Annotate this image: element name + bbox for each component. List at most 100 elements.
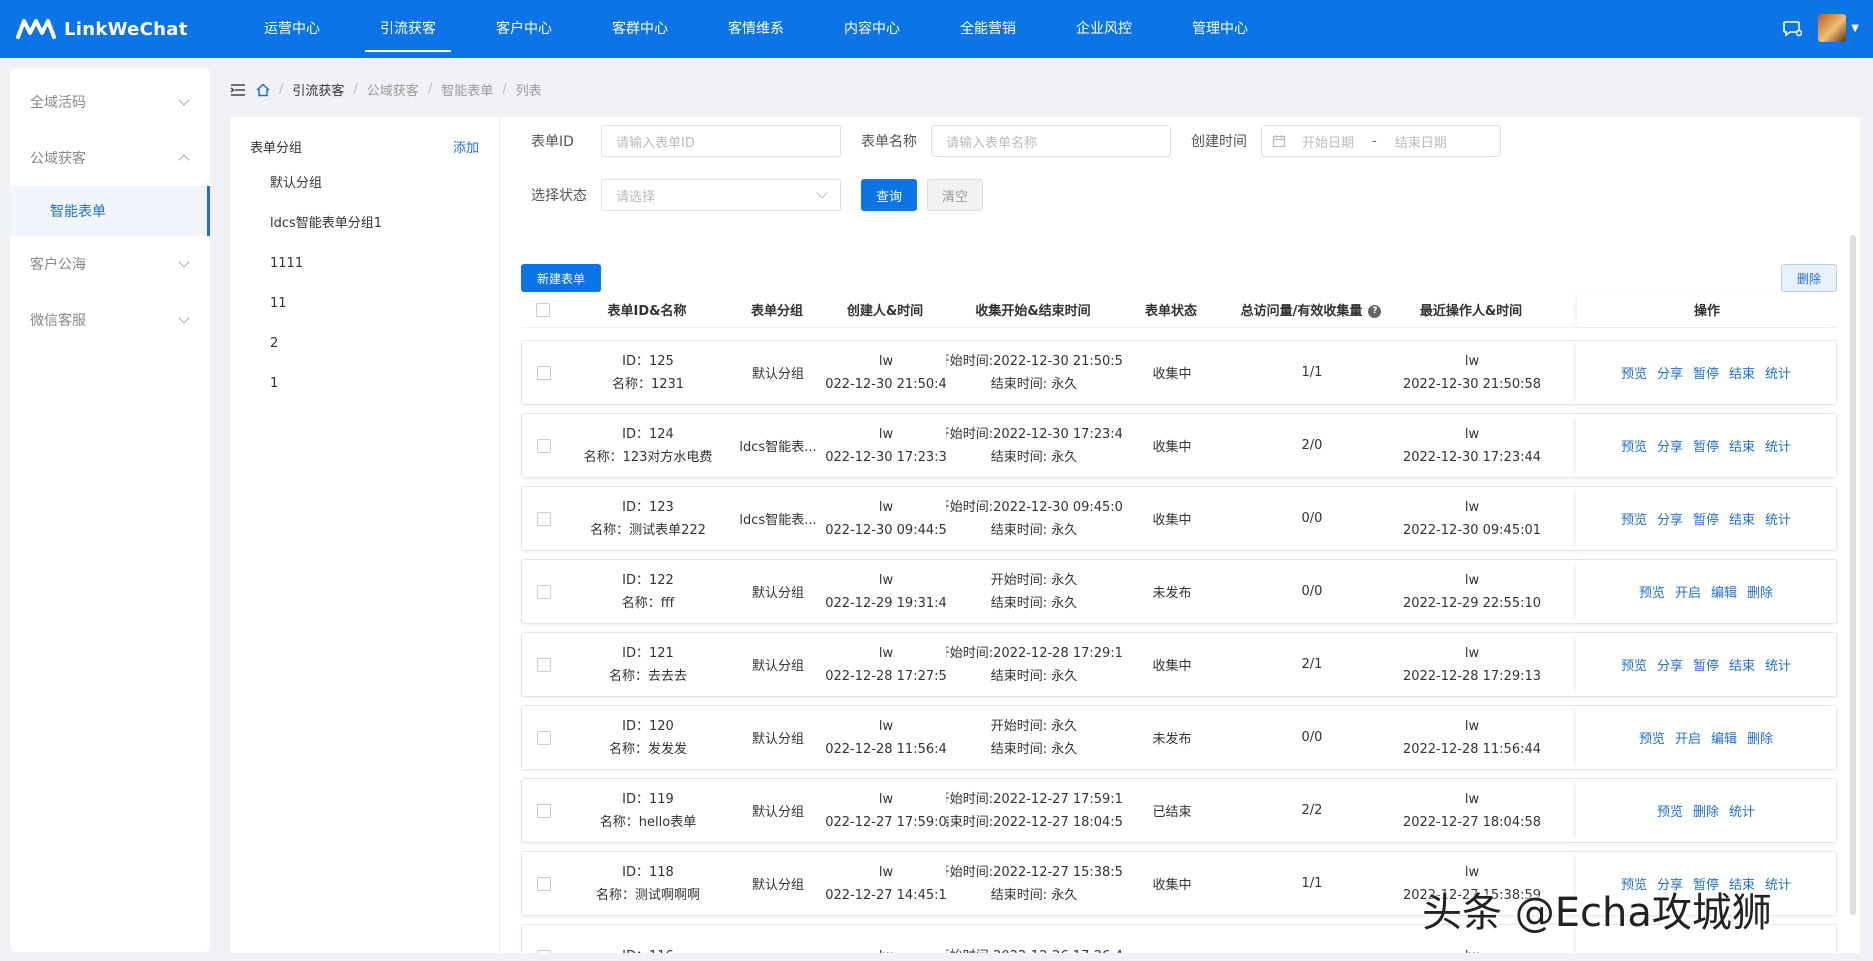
date-range-picker[interactable]: 开始日期 - 结束日期 [1261, 125, 1501, 157]
row-action-link[interactable]: 预览 [1657, 801, 1683, 820]
new-form-button[interactable]: 新建表单 [521, 264, 601, 292]
create-time: 2022-12-28 17:27:56 [826, 668, 946, 684]
row-action-link[interactable]: 结束 [1729, 509, 1755, 528]
select-all-checkbox[interactable] [536, 302, 550, 317]
group-item[interactable]: 默认分组 [230, 164, 499, 204]
row-checkbox[interactable] [537, 803, 551, 818]
query-button[interactable]: 查询 [861, 179, 917, 211]
row-action-link[interactable]: 分享 [1657, 509, 1683, 528]
row-action-link[interactable]: 预览 [1621, 509, 1647, 528]
row-action-link[interactable]: 结束 [1729, 655, 1755, 674]
sidebar-item-smart-form[interactable]: 智能表单 [10, 186, 210, 236]
row-action-link[interactable]: 删除 [1747, 582, 1773, 601]
row-action-link[interactable]: 统计 [1765, 363, 1791, 382]
row-checkbox[interactable] [537, 657, 551, 672]
status-select[interactable]: 请选择 [601, 179, 841, 211]
end-date-input[interactable]: 结束日期 [1395, 132, 1447, 151]
create-time: 2022-12-30 21:50:44 [826, 376, 946, 392]
row-action-link[interactable]: 预览 [1639, 582, 1665, 601]
nav-tab[interactable]: 管理中心 [1162, 0, 1278, 58]
add-group-link[interactable]: 添加 [453, 137, 479, 156]
row-checkbox[interactable] [537, 876, 551, 891]
col-header-last-operator: 最近操作人&时间 [1419, 304, 1523, 319]
sidebar-item-public-acquisition[interactable]: 公域获客 [10, 130, 210, 186]
form-id-input[interactable]: 请输入表单ID [601, 125, 841, 157]
nav-tab[interactable]: 企业风控 [1046, 0, 1162, 58]
row-action-link[interactable]: 分享 [1657, 655, 1683, 674]
form-name: 名称：fff [621, 595, 675, 611]
row-action-link[interactable]: 暂停 [1693, 436, 1719, 455]
form-name: 名称：测试表单222 [590, 522, 706, 538]
group-item[interactable]: 1 [230, 364, 499, 404]
row-checkbox[interactable] [537, 584, 551, 599]
delete-button[interactable]: 删除 [1781, 264, 1837, 292]
vertical-scrollbar[interactable] [1850, 235, 1856, 915]
row-action-link[interactable]: 分享 [1657, 436, 1683, 455]
row-action-link[interactable]: 结束 [1729, 363, 1755, 382]
user-avatar[interactable] [1818, 14, 1847, 42]
help-icon[interactable]: ? [1368, 305, 1382, 318]
row-action-link[interactable]: 统计 [1729, 801, 1755, 820]
row-action-link[interactable]: 开启 [1675, 582, 1701, 601]
row-action-link[interactable]: 暂停 [1693, 655, 1719, 674]
row-action-link[interactable]: 预览 [1621, 655, 1647, 674]
nav-tab[interactable]: 客情维系 [698, 0, 814, 58]
row-action-link[interactable]: 结束 [1729, 436, 1755, 455]
row-action-link[interactable]: 删除 [1747, 728, 1773, 747]
row-checkbox[interactable] [537, 949, 551, 953]
breadcrumb-item[interactable]: 公域获客 [367, 80, 419, 99]
row-action-link[interactable]: 删除 [1693, 801, 1719, 820]
row-action-link[interactable]: 编辑 [1711, 582, 1737, 601]
row-checkbox[interactable] [537, 365, 551, 380]
breadcrumb-item[interactable]: 智能表单 [441, 80, 493, 99]
collect-end: 结束时间: 永久 [990, 376, 1078, 392]
sidebar-item-qrcode[interactable]: 全域活码 [10, 74, 210, 130]
row-action-link[interactable]: 编辑 [1711, 728, 1737, 747]
sidebar-item-customer-sea[interactable]: 客户公海 [10, 236, 210, 292]
nav-tab[interactable]: 全能营销 [930, 0, 1046, 58]
linkwechat-logo-icon [16, 19, 56, 39]
row-action-link[interactable]: 预览 [1621, 363, 1647, 382]
menu-fold-icon[interactable] [230, 83, 246, 97]
row-checkbox[interactable] [537, 730, 551, 745]
row-action-link[interactable]: 统计 [1765, 436, 1791, 455]
creator: lw [878, 572, 894, 588]
group-item[interactable]: 1111 [230, 244, 499, 284]
top-navbar: LinkWeChat 运营中心 引流获客 客户中心 客群中心 客情维系 内容中心 全能营销企… [0, 0, 1873, 58]
form-id: ID：122 [622, 572, 674, 588]
collect-end: 结束时间: 永久 [990, 595, 1078, 611]
group-item[interactable]: ldcs智能表单分组1 [230, 204, 499, 244]
row-action-link[interactable]: 开启 [1675, 728, 1701, 747]
row-action-link[interactable]: 暂停 [1693, 509, 1719, 528]
row-action-link[interactable]: 统计 [1765, 509, 1791, 528]
start-date-input[interactable]: 开始日期 [1302, 132, 1354, 151]
nav-tab[interactable]: 客户中心 [466, 0, 582, 58]
row-checkbox[interactable] [537, 511, 551, 526]
home-icon[interactable] [256, 82, 270, 97]
form-name-input[interactable]: 请输入表单名称 [931, 125, 1171, 157]
collect-start: 开始时间: 永久 [990, 572, 1078, 588]
nav-tab[interactable]: 运营中心 [234, 0, 350, 58]
group-item[interactable]: 2 [230, 324, 499, 364]
row-action-link[interactable]: 分享 [1657, 363, 1683, 382]
visit-stats: 2/1 [1301, 657, 1323, 672]
group-item[interactable]: 11 [230, 284, 499, 324]
nav-tab[interactable]: 内容中心 [814, 0, 930, 58]
chat-icon[interactable] [1782, 18, 1803, 38]
app-logo[interactable]: LinkWeChat [16, 17, 226, 41]
main-nav: 运营中心 引流获客 客户中心 客群中心 客情维系 内容中心 全能营销 企业风控 管理中心 [234, 0, 1278, 58]
row-checkbox[interactable] [537, 438, 551, 453]
nav-tab[interactable]: 客群中心 [582, 0, 698, 58]
sidebar-item-wechat-service[interactable]: 微信客服 [10, 292, 210, 348]
row-actions: 预览 分享 暂停 结束 统计 [1576, 414, 1836, 477]
row-action-link[interactable]: 暂停 [1693, 363, 1719, 382]
filter-status-label: 选择状态 [531, 188, 587, 204]
nav-tab[interactable]: 引流获客 [350, 0, 466, 58]
breadcrumb-item[interactable]: 引流获客 [292, 80, 344, 99]
clear-button[interactable]: 清空 [927, 179, 983, 211]
avatar-dropdown-caret-icon[interactable]: ▼ [1851, 23, 1859, 34]
app-title: LinkWeChat [64, 18, 188, 40]
row-action-link[interactable]: 预览 [1639, 728, 1665, 747]
row-action-link[interactable]: 预览 [1621, 436, 1647, 455]
row-action-link[interactable]: 统计 [1765, 655, 1791, 674]
